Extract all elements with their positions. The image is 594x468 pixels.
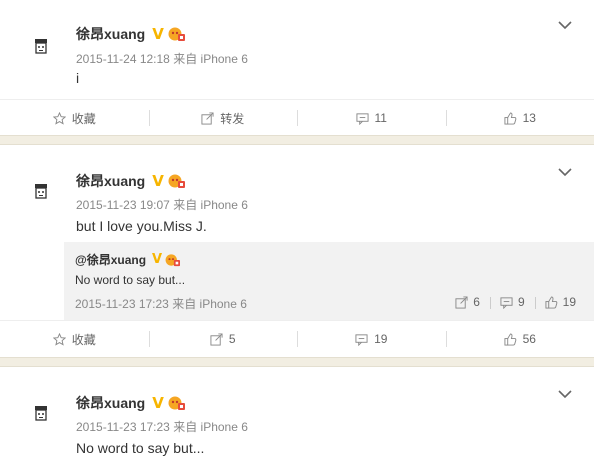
collect-button[interactable]: 收藏 bbox=[0, 321, 149, 357]
forward-count: 5 bbox=[228, 332, 236, 346]
forward-button[interactable]: 5 bbox=[148, 321, 298, 357]
chevron-down-icon[interactable] bbox=[558, 20, 572, 30]
repost-stats: 6 9 19 bbox=[445, 295, 576, 309]
comment-count: 11 bbox=[374, 111, 387, 125]
forward-button[interactable]: 转发 bbox=[148, 100, 298, 136]
post-time[interactable]: 2015-11-24 12:18 bbox=[76, 52, 170, 66]
like-button[interactable]: 56 bbox=[445, 321, 594, 357]
repost-box[interactable]: @徐昂xuang V No word to say but... 2015-11… bbox=[64, 242, 594, 320]
post-source: 来自 iPhone 6 bbox=[173, 198, 248, 212]
collect-button[interactable]: 收藏 bbox=[0, 100, 149, 136]
verified-icon: V bbox=[152, 252, 163, 267]
thumbs-up-icon bbox=[504, 332, 516, 346]
comment-icon bbox=[355, 112, 369, 125]
share-icon bbox=[201, 111, 214, 125]
share-icon bbox=[210, 332, 223, 346]
repost-comment-count: 9 bbox=[517, 295, 525, 309]
thumbs-up-icon bbox=[545, 295, 557, 309]
user-name[interactable]: 徐昂xuang V bbox=[76, 393, 186, 413]
repost-like-button[interactable]: 19 bbox=[534, 295, 576, 309]
avatar[interactable] bbox=[30, 403, 52, 425]
member-badge-icon bbox=[165, 253, 181, 266]
comment-icon bbox=[355, 333, 368, 346]
comment-button[interactable]: 11 bbox=[297, 100, 446, 136]
repost-meta: 2015-11-23 17:23 来自 iPhone 6 bbox=[75, 295, 247, 312]
user-name[interactable]: 徐昂xuang V bbox=[76, 24, 186, 44]
post-text: No word to say but... bbox=[76, 440, 205, 456]
feed-separator bbox=[0, 135, 594, 145]
feed-separator bbox=[0, 357, 594, 367]
user-name-text[interactable]: 徐昂xuang bbox=[76, 393, 145, 413]
collect-label: 收藏 bbox=[71, 332, 96, 347]
like-button[interactable]: 13 bbox=[445, 100, 594, 136]
share-icon bbox=[455, 295, 468, 309]
post-card: 徐昂xuang V 2015-11-23 19:07 来自 iPhone 6 b… bbox=[0, 145, 594, 357]
post-text: i bbox=[76, 70, 80, 86]
member-badge-icon bbox=[168, 396, 185, 410]
post-card: 徐昂xuang V 2015-11-23 17:23 来自 iPhone 6 N… bbox=[0, 367, 594, 468]
repost-comment-button[interactable]: 9 bbox=[489, 295, 535, 309]
post-text: but I love you.Miss J. bbox=[76, 218, 207, 234]
post-time[interactable]: 2015-11-23 17:23 bbox=[76, 420, 170, 434]
comment-button[interactable]: 19 bbox=[297, 321, 446, 357]
repost-forward-button[interactable]: 6 bbox=[445, 295, 490, 309]
verified-icon: V bbox=[152, 394, 164, 412]
member-badge-icon bbox=[168, 27, 185, 41]
avatar[interactable] bbox=[30, 36, 52, 58]
action-bar: 收藏 5 19 56 bbox=[0, 320, 594, 357]
post-meta: 2015-11-24 12:18 来自 iPhone 6 bbox=[76, 50, 248, 67]
repost-forward-count: 6 bbox=[473, 295, 480, 309]
post-meta: 2015-11-23 19:07 来自 iPhone 6 bbox=[76, 196, 248, 213]
collect-label: 收藏 bbox=[71, 111, 96, 126]
action-bar: 收藏 转发 11 13 bbox=[0, 99, 594, 136]
star-icon bbox=[52, 111, 66, 125]
forward-label: 转发 bbox=[220, 111, 245, 126]
user-name[interactable]: 徐昂xuang V bbox=[76, 171, 186, 191]
repost-time[interactable]: 2015-11-23 17:23 bbox=[75, 297, 169, 311]
user-name-text[interactable]: 徐昂xuang bbox=[76, 171, 145, 191]
like-count: 56 bbox=[522, 332, 536, 346]
chevron-down-icon[interactable] bbox=[558, 389, 572, 399]
post-time[interactable]: 2015-11-23 19:07 bbox=[76, 198, 170, 212]
repost-user[interactable]: @徐昂xuang V bbox=[75, 251, 181, 268]
repost-source: 来自 iPhone 6 bbox=[172, 297, 247, 311]
post-meta: 2015-11-23 17:23 来自 iPhone 6 bbox=[76, 418, 248, 435]
user-name-text[interactable]: 徐昂xuang bbox=[76, 24, 145, 44]
post-card: 徐昂xuang V 2015-11-24 12:18 来自 iPhone 6 i… bbox=[0, 0, 594, 135]
like-count: 13 bbox=[522, 111, 536, 125]
avatar[interactable] bbox=[30, 181, 52, 203]
repost-user-text[interactable]: @徐昂xuang bbox=[75, 251, 146, 268]
repost-like-count: 19 bbox=[562, 295, 576, 309]
chevron-down-icon[interactable] bbox=[558, 167, 572, 177]
star-icon bbox=[52, 332, 66, 346]
verified-icon: V bbox=[152, 172, 164, 190]
comment-icon bbox=[500, 296, 513, 309]
repost-text: No word to say but... bbox=[75, 273, 186, 287]
member-badge-icon bbox=[168, 174, 185, 188]
verified-icon: V bbox=[152, 25, 164, 43]
comment-count: 19 bbox=[374, 332, 388, 346]
post-source: 来自 iPhone 6 bbox=[173, 420, 248, 434]
thumbs-up-icon bbox=[504, 111, 516, 125]
post-source: 来自 iPhone 6 bbox=[173, 52, 248, 66]
